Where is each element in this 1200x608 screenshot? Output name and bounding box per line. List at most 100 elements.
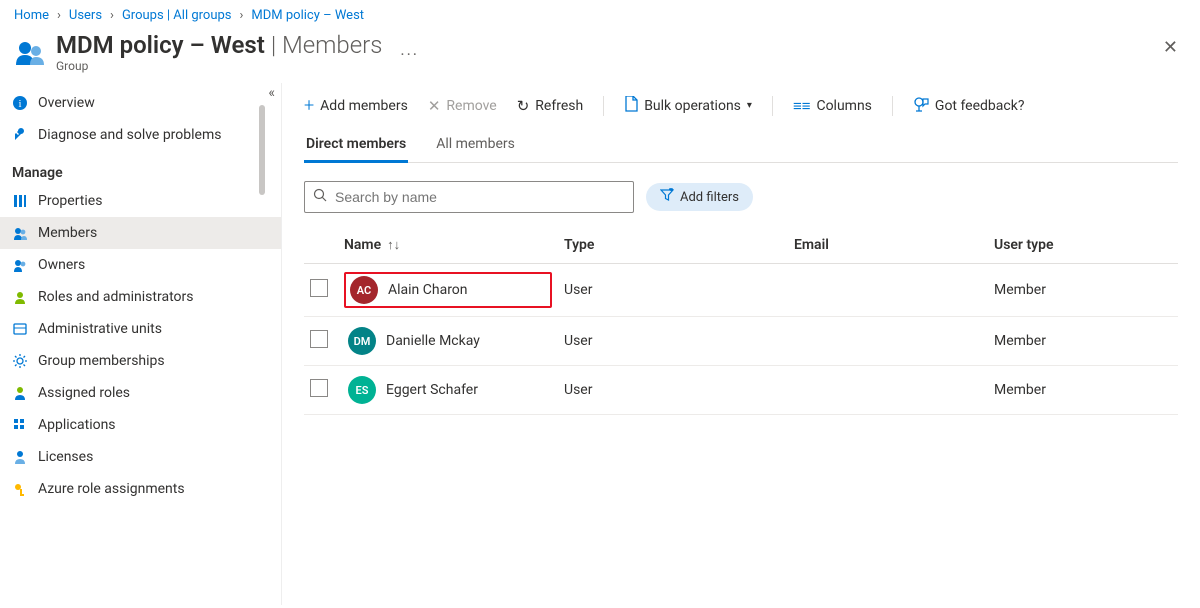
breadcrumb-policy[interactable]: MDM policy – West: [251, 8, 364, 23]
sidebar-item-label: Azure role assignments: [38, 481, 185, 497]
member-name: Eggert Schafer: [386, 382, 478, 398]
member-name: Danielle Mckay: [386, 333, 480, 349]
sidebar-item-licenses[interactable]: Licenses: [0, 441, 281, 473]
assign-icon: [12, 385, 28, 401]
sidebar-item-group-memberships[interactable]: Group memberships: [0, 345, 281, 377]
admin-icon: [12, 321, 28, 337]
member-type: User: [558, 264, 788, 317]
key-icon: [12, 481, 28, 497]
apps-icon: [12, 417, 28, 433]
svg-text:i: i: [18, 98, 21, 110]
sidebar-item-azure-roles[interactable]: Azure role assignments: [0, 473, 281, 505]
member-email: [788, 317, 988, 366]
breadcrumb-home[interactable]: Home: [14, 8, 49, 23]
table-row[interactable]: ES Eggert Schafer User Member: [304, 366, 1178, 415]
col-type[interactable]: Type: [558, 229, 788, 264]
collapse-sidebar-button[interactable]: «: [268, 85, 275, 101]
tab-all-members[interactable]: All members: [434, 130, 517, 162]
owners-icon: [12, 257, 28, 273]
gear-icon: [12, 353, 28, 369]
sidebar-item-label: Diagnose and solve problems: [38, 127, 221, 143]
sidebar-item-label: Roles and administrators: [38, 289, 193, 305]
x-icon: ✕: [428, 97, 441, 115]
search-box[interactable]: [304, 181, 634, 213]
sidebar-item-owners[interactable]: Owners: [0, 249, 281, 281]
sidebar-item-admin-units[interactable]: Administrative units: [0, 313, 281, 345]
refresh-button[interactable]: ↻ Refresh: [517, 97, 583, 115]
sidebar-item-label: Owners: [38, 257, 85, 273]
close-button[interactable]: ✕: [1163, 37, 1178, 58]
row-checkbox[interactable]: [310, 330, 328, 348]
member-usertype: Member: [988, 366, 1178, 415]
sidebar-item-label: Properties: [38, 193, 102, 209]
sidebar-item-overview[interactable]: i Overview: [0, 87, 281, 119]
sidebar-item-properties[interactable]: Properties: [0, 185, 281, 217]
columns-button[interactable]: ≡≡ Columns: [793, 97, 872, 115]
feedback-icon: [913, 96, 929, 116]
page-header: MDM policy – West | Members Group ··· ✕: [0, 27, 1200, 83]
sidebar-item-roles[interactable]: Roles and administrators: [0, 281, 281, 313]
sidebar-item-assigned-roles[interactable]: Assigned roles: [0, 377, 281, 409]
separator: [892, 96, 893, 116]
sidebar-item-members[interactable]: Members: [0, 217, 281, 249]
chevron-down-icon: ▾: [747, 100, 752, 111]
lic-icon: [12, 449, 28, 465]
chevron-right-icon: ›: [240, 8, 244, 23]
search-icon: [313, 188, 327, 206]
more-actions-button[interactable]: ···: [400, 45, 419, 64]
separator: [772, 96, 773, 116]
file-icon: [624, 96, 638, 116]
member-name: Alain Charon: [388, 282, 468, 298]
sidebar-item-label: Assigned roles: [38, 385, 130, 401]
search-input[interactable]: [333, 188, 625, 206]
breadcrumb-users[interactable]: Users: [69, 8, 102, 23]
bulk-operations-button[interactable]: Bulk operations ▾: [624, 96, 752, 116]
sidebar-item-label: Applications: [38, 417, 116, 433]
col-name[interactable]: Name↑↓: [338, 229, 558, 264]
feedback-button[interactable]: Got feedback?: [913, 96, 1025, 116]
sidebar-item-label: Members: [38, 225, 97, 241]
table-row[interactable]: ACAlain CharonUserMember: [304, 264, 1178, 317]
separator: [603, 96, 604, 116]
sidebar-item-label: Overview: [38, 95, 95, 111]
wrench-icon: [12, 127, 28, 143]
plus-icon: +: [304, 95, 314, 116]
refresh-icon: ↻: [517, 97, 530, 115]
scrollbar[interactable]: [259, 105, 265, 195]
avatar: AC: [350, 276, 378, 304]
tab-direct-members[interactable]: Direct members: [304, 130, 408, 162]
avatar: ES: [348, 376, 376, 404]
row-checkbox[interactable]: [310, 379, 328, 397]
page-title: MDM policy – West | Members: [56, 31, 382, 59]
add-members-button[interactable]: + Add members: [304, 95, 408, 116]
member-usertype: Member: [988, 317, 1178, 366]
page-subtitle: Group: [56, 59, 382, 73]
member-type: User: [558, 366, 788, 415]
sidebar-item-diagnose[interactable]: Diagnose and solve problems: [0, 119, 281, 151]
sidebar-item-label: Group memberships: [38, 353, 165, 369]
columns-icon: ≡≡: [793, 97, 811, 115]
breadcrumb-groups[interactable]: Groups | All groups: [122, 8, 232, 23]
sidebar-item-label: Administrative units: [38, 321, 162, 337]
chevron-right-icon: ›: [57, 8, 61, 23]
breadcrumb: Home › Users › Groups | All groups › MDM po…: [0, 0, 1200, 27]
sidebar-item-applications[interactable]: Applications: [0, 409, 281, 441]
row-checkbox[interactable]: [310, 279, 328, 297]
sidebar: « i Overview Diagnose and solve problems M…: [0, 83, 282, 605]
avatar: DM: [348, 327, 376, 355]
col-email[interactable]: Email: [788, 229, 988, 264]
remove-button: ✕ Remove: [428, 97, 497, 115]
roles-icon: [12, 289, 28, 305]
members-table: Name↑↓ Type Email User type AC Alain Char…: [304, 229, 1178, 415]
sort-icon: ↑↓: [387, 238, 400, 253]
sidebar-item-label: Licenses: [38, 449, 93, 465]
chevron-right-icon: ›: [110, 8, 114, 23]
group-icon: [14, 37, 46, 69]
member-email: [788, 366, 988, 415]
table-row[interactable]: DMDanielle MckayUserMember: [304, 317, 1178, 366]
col-usertype[interactable]: User type: [988, 229, 1178, 264]
add-filters-button[interactable]: Add filters: [646, 183, 753, 211]
members-icon: [12, 225, 28, 241]
tabs: Direct members All members: [304, 130, 1178, 163]
member-email: [788, 264, 988, 317]
